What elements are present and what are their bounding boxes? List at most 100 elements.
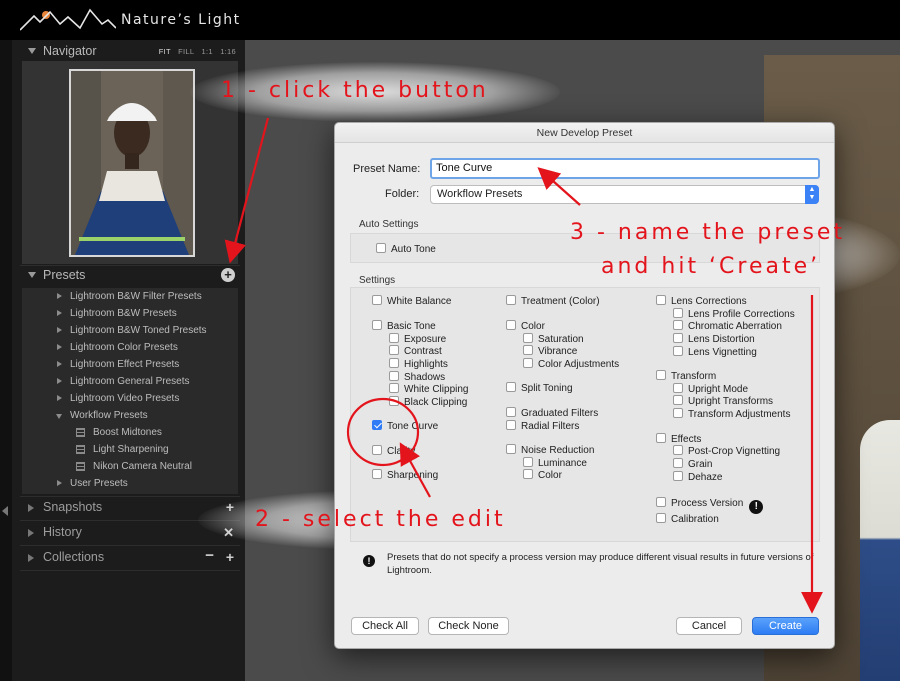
history-title: History [43, 525, 82, 539]
color-checkbox[interactable]: Color [506, 320, 545, 332]
grain-checkbox[interactable]: Grain [673, 458, 712, 470]
preset-doc-icon [76, 462, 85, 471]
transform-checkbox[interactable]: Transform [656, 370, 716, 382]
noise-reduction-checkbox[interactable]: Noise Reduction [506, 444, 594, 456]
lens-vignetting-checkbox[interactable]: Lens Vignetting [673, 346, 757, 358]
white-balance-checkbox[interactable]: White Balance [372, 295, 451, 307]
lens-profile-corrections-checkbox[interactable]: Lens Profile Corrections [673, 308, 795, 320]
folder-select-value: Workflow Presets [437, 188, 523, 200]
auto-tone-label: Auto Tone [391, 244, 436, 255]
collections-header[interactable]: Collections − + [22, 547, 238, 569]
checkbox-label: Split Toning [521, 383, 573, 394]
navigator-header[interactable]: Navigator FIT FILL 1:1 1:16 [22, 41, 238, 63]
zoom-1-16[interactable]: 1:16 [220, 47, 236, 56]
radial-filters-checkbox[interactable]: Radial Filters [506, 420, 579, 432]
remove-collection-button[interactable]: − [205, 547, 214, 564]
upright-mode-checkbox[interactable]: Upright Mode [673, 383, 748, 395]
preset-folder[interactable]: Lightroom B&W Presets [22, 306, 238, 323]
white-clipping-checkbox[interactable]: White Clipping [389, 383, 468, 395]
presets-title: Presets [43, 268, 86, 282]
split-toning-checkbox[interactable]: Split Toning [506, 382, 573, 394]
preset-folder[interactable]: Lightroom Effect Presets [22, 357, 238, 374]
graduated-filters-checkbox[interactable]: Graduated Filters [506, 407, 598, 419]
dehaze-checkbox[interactable]: Dehaze [673, 471, 722, 483]
preset-item[interactable]: Boost Midtones [22, 425, 238, 442]
checkbox-icon [673, 445, 683, 455]
lens-corrections-checkbox[interactable]: Lens Corrections [656, 295, 747, 307]
effects-checkbox[interactable]: Effects [656, 433, 701, 445]
chromatic-aberration-checkbox[interactable]: Chromatic Aberration [673, 320, 782, 332]
tone-curve-checkbox[interactable]: Tone Curve [372, 420, 438, 432]
checkbox-label: Vibrance [538, 346, 578, 357]
cancel-button[interactable]: Cancel [676, 617, 742, 635]
exposure-checkbox[interactable]: Exposure [389, 333, 446, 345]
post-crop-vignetting-checkbox[interactable]: Post-Crop Vignetting [673, 445, 780, 457]
sharpening-checkbox[interactable]: Sharpening [372, 469, 438, 481]
contrast-checkbox[interactable]: Contrast [389, 345, 442, 357]
checkbox-icon [372, 469, 382, 479]
zoom-options: FIT FILL 1:1 1:16 [154, 47, 236, 56]
checkbox-icon [376, 243, 386, 253]
preset-folder-open[interactable]: Workflow Presets [22, 408, 238, 425]
nr-color-checkbox[interactable]: Color [523, 469, 562, 481]
zoom-fit[interactable]: FIT [159, 47, 171, 56]
auto-tone-checkbox[interactable]: Auto Tone [376, 243, 436, 255]
checkbox-icon [656, 513, 666, 523]
checkbox-icon [523, 358, 533, 368]
calibration-checkbox[interactable]: Calibration [656, 513, 719, 525]
warning-icon: ! [363, 555, 375, 567]
preset-folder[interactable]: Lightroom Video Presets [22, 391, 238, 408]
checkbox-icon [389, 345, 399, 355]
preset-folder-label: Lightroom B&W Toned Presets [70, 325, 207, 336]
vibrance-checkbox[interactable]: Vibrance [523, 345, 577, 357]
checkbox-label: Tone Curve [387, 421, 439, 432]
check-none-button[interactable]: Check None [428, 617, 509, 635]
transform-adjustments-checkbox[interactable]: Transform Adjustments [673, 408, 790, 420]
folder-arrow-icon [57, 293, 62, 299]
preset-folder[interactable]: Lightroom B&W Filter Presets [22, 289, 238, 306]
preset-item[interactable]: Light Sharpening [22, 442, 238, 459]
shadows-checkbox[interactable]: Shadows [389, 371, 445, 383]
checkbox-icon [372, 295, 382, 305]
add-collection-button[interactable]: + [226, 549, 234, 565]
folder-select[interactable]: Workflow Presets ▲ ▼ [430, 185, 819, 204]
preset-name-input[interactable]: Tone Curve [430, 158, 820, 179]
collapse-arrow-icon[interactable] [2, 506, 8, 516]
presets-header[interactable]: Presets + [22, 265, 238, 287]
checkbox-icon [389, 383, 399, 393]
checkbox-label: Post-Crop Vignetting [688, 446, 781, 457]
check-all-button[interactable]: Check All [351, 617, 419, 635]
preset-folder[interactable]: Lightroom Color Presets [22, 340, 238, 357]
navigator-photo [69, 69, 195, 257]
folder-label: Folder: [385, 188, 420, 200]
black-clipping-checkbox[interactable]: Black Clipping [389, 396, 467, 408]
add-preset-button[interactable]: + [221, 268, 235, 282]
folder-arrow-icon [57, 395, 62, 401]
lens-distortion-checkbox[interactable]: Lens Distortion [673, 333, 755, 345]
upright-transforms-checkbox[interactable]: Upright Transforms [673, 395, 773, 407]
treatment-checkbox[interactable]: Treatment (Color) [506, 295, 600, 307]
process-version-checkbox[interactable]: Process Version! [656, 497, 764, 514]
preset-folder-label: Lightroom B&W Filter Presets [70, 291, 202, 302]
checkbox-label: Highlights [404, 359, 448, 370]
panel-edge[interactable] [0, 40, 12, 681]
checkbox-icon [372, 445, 382, 455]
preset-folder[interactable]: User Presets [22, 476, 238, 493]
preset-folder[interactable]: Lightroom B&W Toned Presets [22, 323, 238, 340]
preset-folder-label: Lightroom Effect Presets [70, 359, 180, 370]
basic-tone-checkbox[interactable]: Basic Tone [372, 320, 436, 332]
preset-item[interactable]: Nikon Camera Neutral [22, 459, 238, 476]
clarity-checkbox[interactable]: Clarity [372, 445, 415, 457]
zoom-fill[interactable]: FILL [178, 47, 194, 56]
checkbox-icon [656, 497, 666, 507]
checkbox-label: Exposure [404, 334, 447, 345]
color-adjustments-checkbox[interactable]: Color Adjustments [523, 358, 619, 370]
checkbox-icon [506, 407, 516, 417]
luminance-checkbox[interactable]: Luminance [523, 457, 587, 469]
zoom-1-1[interactable]: 1:1 [201, 47, 212, 56]
highlights-checkbox[interactable]: Highlights [389, 358, 448, 370]
saturation-checkbox[interactable]: Saturation [523, 333, 584, 345]
preset-folder[interactable]: Lightroom General Presets [22, 374, 238, 391]
create-button[interactable]: Create [752, 617, 819, 635]
checkbox-label: Treatment (Color) [521, 296, 600, 307]
